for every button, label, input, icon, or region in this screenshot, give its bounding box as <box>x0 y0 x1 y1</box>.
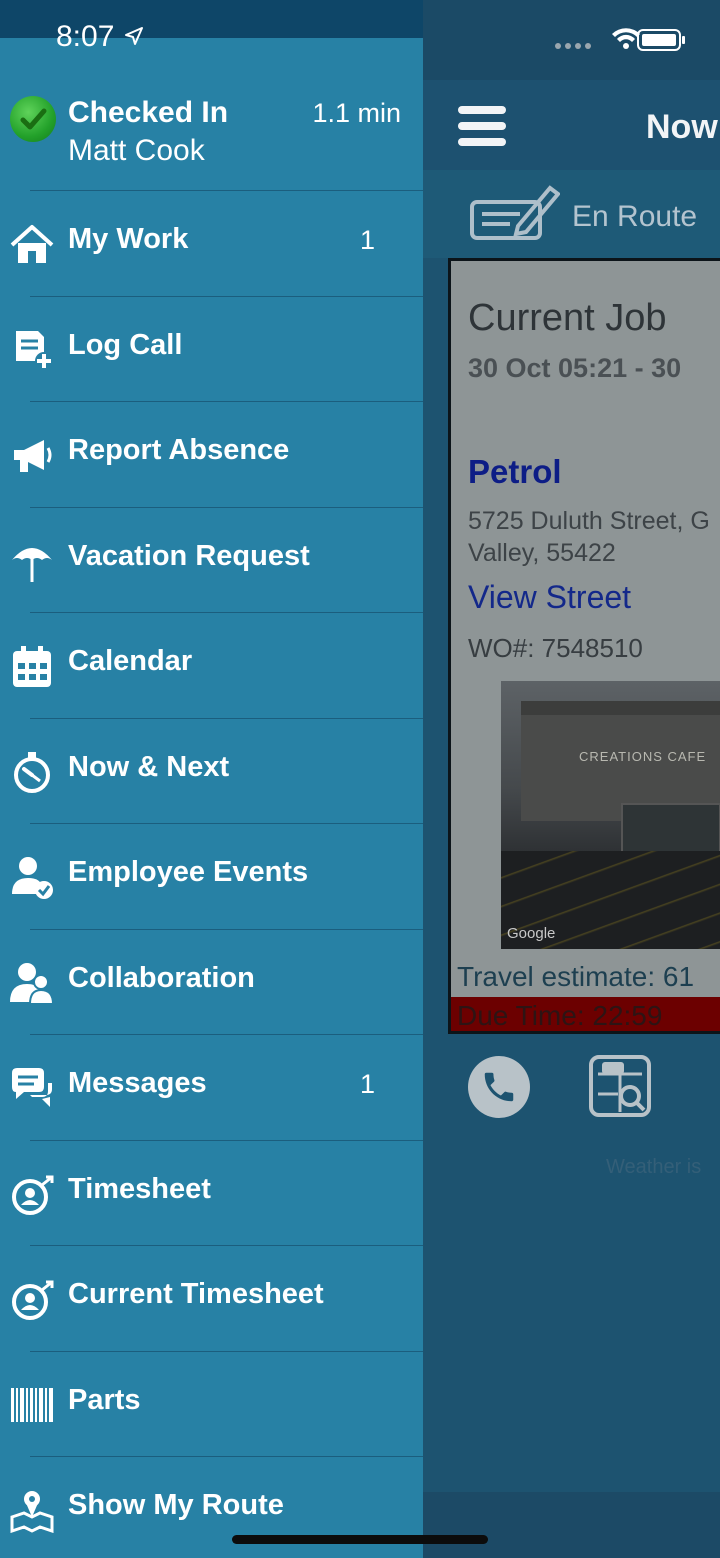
travel-estimate: Travel estimate: 61 <box>457 961 695 992</box>
checkmark-icon <box>10 96 56 142</box>
home-indicator[interactable] <box>232 1535 488 1544</box>
menu-item-log-call[interactable]: Log Call <box>0 295 423 402</box>
home-icon <box>10 225 54 263</box>
status-indicators <box>555 28 685 51</box>
bottom-bar <box>423 1492 720 1558</box>
menu-item-label: Calendar <box>68 645 193 677</box>
address-line-2: Valley, 55422 <box>468 539 616 567</box>
menu-item-messages[interactable]: Messages 1 <box>0 1034 423 1140</box>
menu-item-now-next[interactable]: Now & Next <box>0 717 423 824</box>
battery-icon <box>637 29 685 51</box>
job-card-title: Current Job <box>468 297 667 339</box>
hamburger-icon <box>458 106 506 114</box>
checkin-status[interactable]: Checked In Matt Cook 1.1 min <box>0 80 423 190</box>
due-time-bar: Due Time: 22:59 <box>451 997 720 1031</box>
menu-item-current-timesheet[interactable]: Current Timesheet <box>0 1245 423 1351</box>
menu-item-parts[interactable]: Parts <box>0 1350 423 1457</box>
job-dates: 30 Oct 05:21 - 30 <box>468 353 682 383</box>
menu-item-my-work[interactable]: My Work 1 <box>0 190 423 296</box>
drawer-menu: My Work 1 Log Call Report Absence Vacati… <box>0 190 423 1558</box>
cellular-icon <box>555 43 591 49</box>
menu-item-employee-events[interactable]: Employee Events <box>0 823 423 929</box>
menu-item-vacation-request[interactable]: Vacation Request <box>0 506 423 613</box>
weather-text: Weather is <box>606 1156 702 1178</box>
menu-item-label: Employee Events <box>68 856 309 888</box>
route-map-icon <box>10 1491 54 1533</box>
call-button[interactable] <box>468 1056 530 1118</box>
photo-credit: Google <box>507 925 556 942</box>
person-check-icon <box>12 857 53 899</box>
job-address: 5725 Duluth Street, G Valley, 55422 <box>468 505 720 569</box>
street-view-photo[interactable]: CREATIONS CAFE Google <box>501 681 720 949</box>
location-arrow-icon <box>125 27 143 45</box>
stopwatch-icon <box>14 751 50 793</box>
current-job-card[interactable]: Current Job 30 Oct 05:21 - 30 Petrol 572… <box>448 258 720 1034</box>
address-line-1: 5725 Duluth Street, G <box>468 507 710 535</box>
work-order-number: WO#: 7548510 <box>468 633 643 663</box>
storefront-sign: CREATIONS CAFE <box>579 749 707 764</box>
menu-item-label: Parts <box>68 1383 141 1416</box>
menu-item-collaboration[interactable]: Collaboration <box>0 928 423 1035</box>
barcode-icon <box>11 1387 53 1422</box>
menu-item-label: Timesheet <box>68 1172 211 1205</box>
menu-item-label: Current Timesheet <box>68 1278 324 1310</box>
menu-item-calendar[interactable]: Calendar <box>0 612 423 718</box>
menu-button[interactable] <box>458 106 506 146</box>
megaphone-icon <box>14 440 52 472</box>
side-drawer: 8:07 Checked In Matt Cook 1.1 min My Wor… <box>0 0 423 1558</box>
timesheet-icon <box>12 1175 54 1215</box>
umbrella-icon <box>12 547 52 582</box>
log-call-icon <box>16 330 53 370</box>
menu-item-label: Now & Next <box>68 750 230 783</box>
count-badge: 1 <box>360 1069 376 1099</box>
chat-bubbles-icon <box>12 1068 52 1107</box>
menu-item-label: Messages <box>68 1067 207 1099</box>
menu-item-label: Show My Route <box>68 1489 284 1521</box>
checkin-elapsed: 1.1 min <box>312 98 401 128</box>
calendar-icon <box>13 646 51 687</box>
job-status-label: En Route <box>572 200 698 233</box>
people-icon <box>10 962 54 1005</box>
phone-icon <box>484 1072 514 1102</box>
checkin-status-label: Checked In <box>68 96 229 129</box>
menu-item-label: Log Call <box>68 328 183 361</box>
page-title: Now <box>646 108 718 146</box>
menu-item-label: Collaboration <box>68 961 255 994</box>
menu-item-label: My Work <box>68 223 189 255</box>
menu-item-label: Report Absence <box>68 434 290 466</box>
menu-item-report-absence[interactable]: Report Absence <box>0 401 423 507</box>
view-street-link[interactable]: View Street <box>468 579 631 616</box>
map-search-icon[interactable] <box>588 1054 652 1118</box>
timesheet-icon <box>12 1280 54 1320</box>
count-badge: 1 <box>360 225 376 255</box>
menu-item-timesheet[interactable]: Timesheet <box>0 1139 423 1246</box>
customer-link[interactable]: Petrol <box>468 453 562 491</box>
user-name: Matt Cook <box>68 134 205 167</box>
clock: 8:07 <box>56 20 115 53</box>
wifi-icon <box>612 28 640 49</box>
menu-item-label: Vacation Request <box>68 539 310 572</box>
sign-document-icon <box>470 185 560 240</box>
storefront-window <box>621 803 720 853</box>
